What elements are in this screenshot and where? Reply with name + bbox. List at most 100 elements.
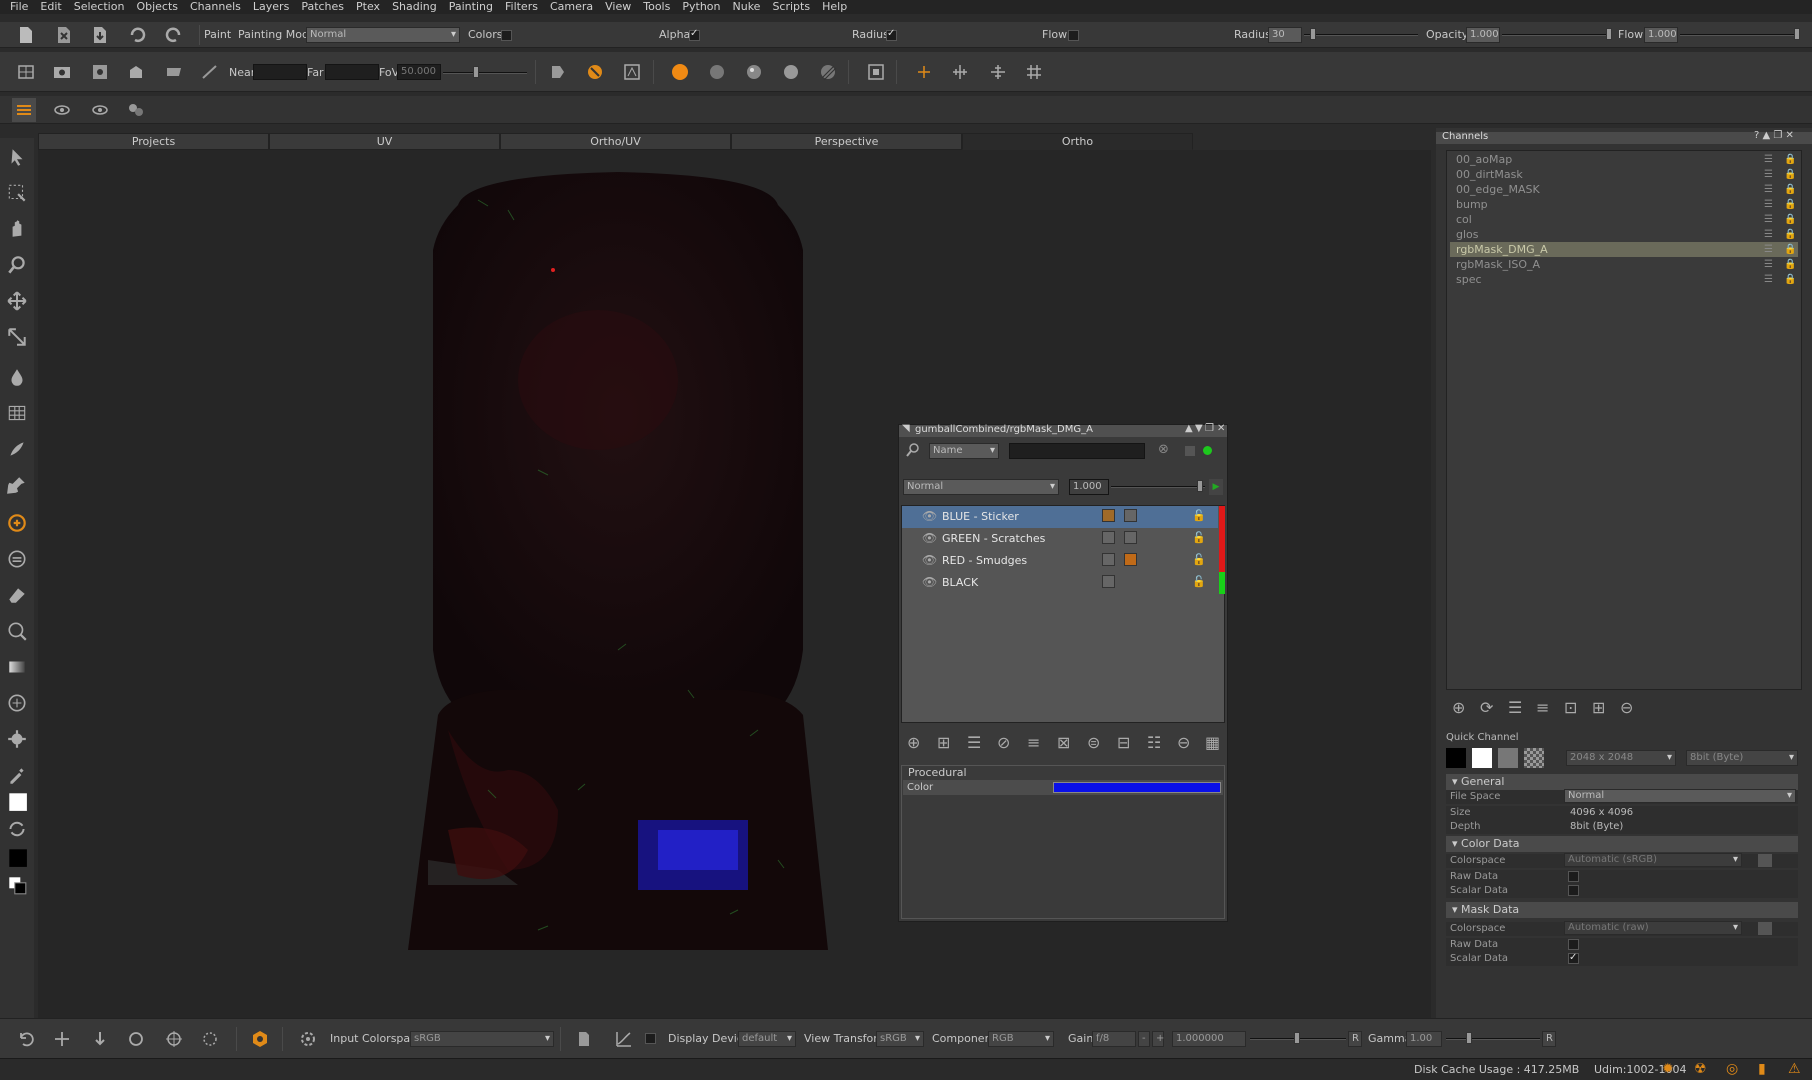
mask-colorspace-dropdown[interactable]: Automatic (raw) <box>1564 921 1742 935</box>
fov-slider[interactable] <box>443 72 527 74</box>
general-section[interactable]: ▾ General <box>1446 774 1798 790</box>
menu-layers[interactable]: Layers <box>247 0 295 14</box>
add-adjust-icon[interactable]: ⊞ <box>937 733 950 752</box>
channel-stack-icon[interactable]: ☰ <box>1764 167 1773 182</box>
flow-checkbox[interactable] <box>1068 30 1079 41</box>
mask-scalar-data-checkbox[interactable] <box>1568 951 1579 965</box>
channel-export-icon[interactable]: ⊞ <box>1592 698 1605 717</box>
qc-black-swatch[interactable] <box>1446 748 1466 768</box>
layer-lock-icon[interactable]: 🔓 <box>1192 531 1206 544</box>
colors-checkbox[interactable] <box>501 30 512 41</box>
menu-tools[interactable]: Tools <box>637 0 676 14</box>
zoom-icon[interactable] <box>6 254 28 276</box>
radius-slider-thumb[interactable] <box>1310 28 1316 40</box>
select-arrow-icon[interactable] <box>6 146 28 168</box>
diffuse-shading-icon[interactable] <box>705 60 729 84</box>
mask-data-section[interactable]: ▾ Mask Data <box>1446 902 1798 918</box>
color-data-section[interactable]: ▾ Color Data <box>1446 836 1798 852</box>
gamma-slider[interactable] <box>1446 1038 1540 1040</box>
layer-row[interactable]: 👁 BLUE - Sticker 🔓 <box>902 506 1218 528</box>
layers-panel-titlebar[interactable]: ◥ gumballCombined/rgbMask_DMG_A ▲ ▼ ❐ ✕ <box>899 423 1227 437</box>
curve-checkbox[interactable] <box>645 1033 656 1044</box>
full-shading-icon[interactable] <box>779 60 803 84</box>
undo-icon[interactable] <box>125 23 149 47</box>
gamma-field[interactable]: 1.00 <box>1406 1031 1442 1047</box>
mask-view-icon[interactable] <box>620 60 644 84</box>
filter-input[interactable] <box>1009 443 1145 459</box>
component-dropdown[interactable]: RGB <box>988 1031 1054 1047</box>
gamma-reset-button[interactable]: R <box>1542 1031 1556 1047</box>
flatten-icon[interactable]: ⊟ <box>1117 733 1130 752</box>
gain-reset-button[interactable]: R <box>1348 1031 1362 1047</box>
layer-play-icon[interactable]: ▶ <box>1209 479 1223 495</box>
layer-grid-icon[interactable]: ▦ <box>1205 733 1220 752</box>
filter-toggle-icon[interactable] <box>1185 446 1195 456</box>
tab-ortho[interactable]: Ortho <box>962 133 1193 150</box>
near-field[interactable] <box>253 64 307 80</box>
menu-painting[interactable]: Painting <box>443 0 499 14</box>
color-scalar-data-checkbox[interactable] <box>1568 885 1579 896</box>
gain-slider-thumb[interactable] <box>1294 1032 1300 1044</box>
menu-camera[interactable]: Camera <box>544 0 599 14</box>
radius-slider[interactable] <box>1304 34 1418 36</box>
orbit-view-icon[interactable] <box>162 1027 186 1051</box>
qc-checker-swatch[interactable] <box>1524 748 1544 768</box>
swap-colors-icon[interactable] <box>6 818 28 840</box>
channel-copy-icon[interactable]: ⊡ <box>1564 698 1577 717</box>
qc-white-swatch[interactable] <box>1472 748 1492 768</box>
opacity-slider[interactable] <box>1502 34 1612 36</box>
layer-visibility-eye-icon[interactable]: 👁 <box>922 531 937 545</box>
channel-stack-icon[interactable]: ☰ <box>1764 212 1773 227</box>
eyedropper-icon[interactable] <box>6 764 28 786</box>
channel-lock-icon[interactable]: 🔒 <box>1784 257 1796 272</box>
color-raw-data-checkbox[interactable] <box>1568 871 1579 882</box>
gain-plus-button[interactable]: + <box>1152 1031 1164 1047</box>
color-colorspace-dropdown[interactable]: Automatic (sRGB) <box>1564 853 1742 867</box>
channel-lock-icon[interactable]: 🔒 <box>1784 182 1796 197</box>
view-transform-dropdown[interactable]: sRGB <box>876 1031 924 1047</box>
layer-opacity-thumb[interactable] <box>1197 480 1203 492</box>
new-file-icon[interactable] <box>14 23 38 47</box>
channel-row[interactable]: col ☰ 🔒 <box>1450 212 1798 227</box>
flow-slider[interactable] <box>1680 34 1800 36</box>
redo-icon[interactable] <box>162 23 186 47</box>
grid-toggle-icon[interactable] <box>864 60 888 84</box>
channel-row[interactable]: rgbMask_ISO_A ☰ 🔒 <box>1450 257 1798 272</box>
paint-brush-icon[interactable] <box>6 512 28 534</box>
filter-mode-dropdown[interactable]: Name <box>929 443 999 459</box>
layer-mask-icon[interactable] <box>1124 531 1137 544</box>
channel-row[interactable]: glos ☰ 🔒 <box>1450 227 1798 242</box>
dodge-icon[interactable] <box>6 692 28 714</box>
menu-view[interactable]: View <box>599 0 637 14</box>
channel-lock-icon[interactable]: 🔒 <box>1784 272 1796 287</box>
menu-ptex[interactable]: Ptex <box>350 0 386 14</box>
layer-blend-icon[interactable] <box>1102 553 1115 566</box>
paint-through-icon[interactable] <box>583 60 607 84</box>
channel-lock-icon[interactable]: 🔒 <box>1784 167 1796 182</box>
blur-drop-icon[interactable] <box>6 366 28 388</box>
add-group-icon[interactable]: ☰ <box>967 733 981 752</box>
color-settings-icon[interactable] <box>296 1027 320 1051</box>
clear-filter-icon[interactable]: ⊗ <box>1158 442 1169 457</box>
menu-scripts[interactable]: Scripts <box>766 0 816 14</box>
menu-filters[interactable]: Filters <box>499 0 544 14</box>
layer-list-icon[interactable]: ☷ <box>1147 733 1161 752</box>
close-file-icon[interactable] <box>52 23 76 47</box>
eraser-icon[interactable] <box>6 584 28 606</box>
painting-mode-dropdown[interactable]: Normal <box>306 27 460 43</box>
tab-ortho-uv[interactable]: Ortho/UV <box>500 133 731 150</box>
view-cube-icon[interactable] <box>14 60 38 84</box>
layer-row[interactable]: 👁 GREEN - Scratches 🔓 <box>902 528 1218 550</box>
tab-uv[interactable]: UV <box>269 133 500 150</box>
lock-camera-icon[interactable] <box>546 60 570 84</box>
radius-field[interactable]: 30 <box>1268 27 1302 43</box>
panel-close-icon[interactable]: ✕ <box>1217 423 1225 434</box>
stamp-icon[interactable] <box>6 548 28 570</box>
menu-patches[interactable]: Patches <box>295 0 350 14</box>
copy-layer-icon[interactable]: ⊜ <box>1087 733 1100 752</box>
add-layer-icon[interactable]: ⊕ <box>907 733 920 752</box>
wireframe-shading-icon[interactable] <box>816 60 840 84</box>
drop-view-icon[interactable] <box>88 1027 112 1051</box>
channel-list-icon[interactable]: ≡ <box>1536 698 1549 717</box>
move-icon[interactable] <box>6 290 28 312</box>
